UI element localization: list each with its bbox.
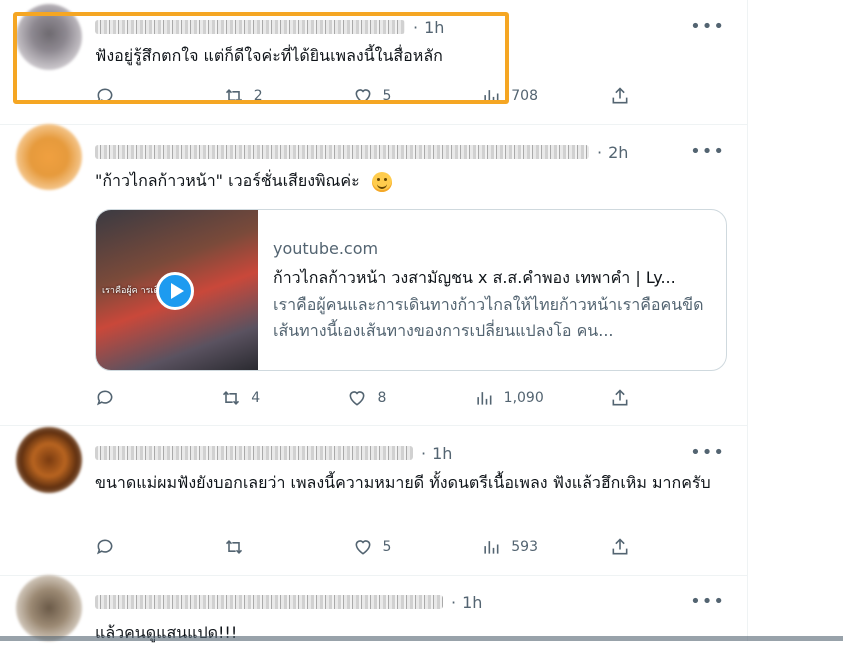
reply-button[interactable]	[95, 388, 155, 408]
play-icon[interactable]	[156, 272, 194, 310]
share-button[interactable]	[610, 86, 630, 106]
tweet-time[interactable]: 1h	[432, 444, 452, 463]
separator-dot: ·	[421, 443, 427, 463]
share-button[interactable]	[610, 388, 630, 408]
heart-icon	[355, 540, 370, 555]
card-domain: youtube.com	[273, 239, 379, 258]
like-button[interactable]: 5	[353, 537, 413, 557]
tweet-time[interactable]: 1h	[462, 593, 482, 612]
more-options-icon[interactable]: •••	[690, 442, 725, 463]
reply-icon	[96, 539, 113, 555]
tweet-header: · 1h	[95, 591, 482, 613]
share-icon	[612, 87, 628, 104]
analytics-icon	[477, 392, 492, 405]
author-name-redacted[interactable]	[95, 446, 413, 460]
tweet-header: · 1h	[95, 442, 452, 464]
reply-button[interactable]	[95, 537, 155, 557]
card-title: ก้าวไกลก้าวหน้า วงสามัญชน x ส.ส.คำพอง เท…	[273, 268, 676, 287]
tweet-time[interactable]: 2h	[608, 143, 628, 162]
avatar[interactable]	[16, 124, 82, 190]
right-rail	[748, 0, 843, 641]
author-name-redacted[interactable]	[95, 145, 589, 159]
tweet-actions: 5 593	[95, 536, 630, 558]
like-count: 5	[382, 539, 392, 555]
tweet[interactable]: · 1h ••• ขนาดแม่ผมฟังยังบอกเลยว่า เพลงนี…	[0, 425, 747, 576]
tweet[interactable]: · 1h ••• แล้วคนดูแสนแปด!!!	[0, 575, 747, 642]
card-description: เราคือผู้คนและการเดินทางก้าวไกลให้ไทยก้า…	[273, 295, 704, 340]
tweet[interactable]: · 2h ••• "ก้าวไกลก้าวหน้า" เวอร์ชั่นเสีย…	[0, 124, 747, 426]
timeline-divider	[747, 0, 748, 641]
retweet-count: 4	[251, 390, 261, 406]
tweet-text: "ก้าวไกลก้าวหน้า" เวอร์ชั่นเสียงพิณค่ะ	[95, 168, 725, 193]
link-preview-card[interactable]: เราคือผู้ค ารเดินทาง youtube.com ก้าวไกล…	[95, 209, 727, 371]
more-options-icon[interactable]: •••	[690, 141, 725, 162]
analytics-icon	[484, 541, 499, 554]
avatar[interactable]	[16, 427, 82, 493]
bottom-scroll-edge	[0, 636, 843, 641]
avatar[interactable]	[16, 575, 82, 641]
retweet-icon	[225, 540, 242, 554]
smiling-emoji-icon	[371, 171, 392, 192]
video-thumbnail[interactable]: เราคือผู้ค ารเดินทาง	[96, 210, 258, 370]
views-button[interactable]: 593	[481, 537, 541, 557]
more-options-icon[interactable]: •••	[690, 16, 725, 37]
author-name-redacted[interactable]	[95, 595, 443, 609]
tweet-header: · 2h	[95, 141, 628, 163]
views-count: 708	[511, 88, 538, 104]
highlight-box	[13, 12, 509, 104]
reply-icon	[96, 390, 113, 406]
tweet-actions: 4 8 1,090	[95, 387, 630, 409]
share-icon	[612, 538, 628, 555]
retweet-button[interactable]	[224, 537, 284, 557]
views-count: 1,090	[503, 390, 544, 406]
like-button[interactable]: 8	[347, 388, 407, 408]
separator-dot: ·	[597, 142, 603, 162]
more-options-icon[interactable]: •••	[690, 591, 725, 612]
share-icon	[612, 389, 628, 406]
views-button[interactable]: 1,090	[474, 388, 544, 408]
tweet-text-content: "ก้าวไกลก้าวหน้า" เวอร์ชั่นเสียงพิณค่ะ	[95, 171, 360, 190]
tweet-text: ขนาดแม่ผมฟังยังบอกเลยว่า เพลงนี้ความหมาย…	[95, 473, 711, 492]
heart-icon	[349, 391, 365, 406]
separator-dot: ·	[451, 592, 457, 612]
retweet-icon	[223, 391, 240, 405]
tweet-text: แล้วคนดูแสนแปด!!!	[95, 623, 238, 642]
share-button[interactable]	[610, 537, 630, 557]
like-count: 8	[377, 390, 387, 406]
card-body: youtube.com ก้าวไกลก้าวหน้า วงสามัญชน x …	[273, 238, 713, 344]
retweet-button[interactable]: 4	[221, 388, 281, 408]
views-count: 593	[511, 539, 538, 555]
